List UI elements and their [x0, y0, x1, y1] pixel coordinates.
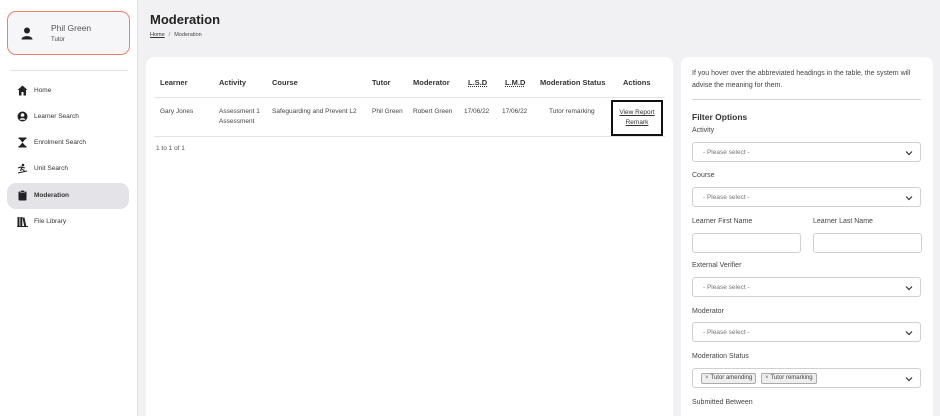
breadcrumb-home-link[interactable]: Home [150, 32, 165, 38]
breadcrumb: Home / Moderation [150, 32, 202, 38]
status-chip-label: Tutor remarking [770, 375, 813, 381]
sidebar-item-home[interactable]: Home [7, 78, 129, 104]
learner-last-name-input[interactable] [813, 233, 922, 253]
cell-lmd: 17/06/22 [502, 108, 528, 115]
moderation-status-multiselect[interactable]: × Tutor amending × Tutor remarking [692, 368, 921, 388]
sidebar-item-moderation[interactable]: Moderation [7, 183, 129, 209]
chevron-down-icon [905, 286, 913, 291]
chevron-down-icon [905, 196, 913, 201]
submitted-between-label: Submitted Between [692, 399, 753, 406]
sidebar-item-label: File Library [34, 218, 67, 225]
column-header-tutor: Tutor [372, 78, 391, 87]
sidebar-item-label: Unit Search [34, 165, 68, 172]
chevron-down-icon [905, 151, 913, 156]
table-row-divider [154, 136, 665, 137]
cell-course: Safeguarding and Prevent L2 [272, 108, 357, 115]
moderator-select[interactable]: - Please select - [692, 322, 921, 342]
cell-tutor: Phil Green [372, 108, 403, 115]
filter-title: Filter Options [692, 112, 748, 122]
column-header-moderator: Moderator [413, 78, 450, 87]
sidebar-item-label: Enrolment Search [34, 139, 87, 146]
learner-first-name-input[interactable] [692, 233, 801, 253]
remove-chip-icon[interactable]: × [705, 375, 709, 381]
moderator-select-value: - Please select - [703, 329, 750, 336]
cell-moderator: Robert Green [413, 108, 453, 115]
course-select-value: - Please select - [703, 194, 750, 201]
column-header-lsd[interactable]: L.S.D [468, 78, 487, 87]
learner-last-name-label: Learner Last Name [813, 218, 873, 225]
sidebar-item-file-library[interactable]: File Library [7, 209, 129, 235]
sidebar: Phil Green Tutor Home Learner Search Enr… [0, 0, 138, 416]
external-verifier-label: External Verifier [692, 262, 742, 269]
column-header-course: Course [272, 78, 298, 87]
sidebar-item-enrolment-search[interactable]: Enrolment Search [7, 130, 129, 156]
sidebar-item-learner-search[interactable]: Learner Search [7, 104, 129, 130]
user-card[interactable]: Phil Green Tutor [7, 11, 130, 55]
breadcrumb-current: Moderation [174, 32, 202, 38]
cell-activity-line1: Assessment 1 [219, 108, 260, 115]
chevron-down-icon [905, 331, 913, 336]
activity-select[interactable]: - Please select - [692, 142, 921, 162]
filter-divider [692, 99, 921, 100]
sidebar-item-unit-search[interactable]: Unit Search [7, 156, 129, 182]
person-icon [17, 111, 28, 122]
clipboard-icon [18, 190, 27, 201]
column-header-lmd[interactable]: L.M.D [505, 78, 525, 87]
cell-activity-line2: Assessment [219, 118, 255, 125]
course-label: Course [692, 172, 715, 179]
sidebar-divider [10, 70, 128, 71]
course-select[interactable]: - Please select - [692, 187, 921, 207]
user-role: Tutor [51, 37, 65, 43]
activity-label: Activity [692, 127, 715, 134]
user-icon [21, 27, 33, 40]
hourglass-icon [18, 137, 27, 148]
column-header-moderation-status: Moderation Status [540, 78, 606, 87]
column-header-learner: Learner [160, 78, 188, 87]
external-verifier-select-value: - Please select - [703, 284, 750, 291]
library-icon [17, 217, 28, 227]
remark-link[interactable]: Remark [626, 118, 649, 128]
activity-select-value: - Please select - [703, 149, 750, 156]
table-header-divider [154, 97, 665, 98]
cell-moderation-status: Tutor remarking [549, 108, 595, 115]
external-verifier-select[interactable]: - Please select - [692, 277, 921, 297]
cell-actions: View Report Remark [611, 100, 663, 136]
home-icon [17, 85, 28, 96]
learner-first-name-label: Learner First Name [692, 218, 753, 225]
column-header-actions: Actions [623, 78, 651, 87]
pagination-summary: 1 to 1 of 1 [156, 145, 185, 152]
filter-hint: If you hover over the abbreviated headin… [692, 70, 911, 89]
page-title: Moderation [150, 12, 221, 27]
cell-activity: Assessment 1 Assessment [219, 107, 260, 127]
chevron-down-icon [905, 377, 913, 382]
status-chip-tutor-remarking[interactable]: × Tutor remarking [761, 373, 817, 384]
sidebar-item-label: Learner Search [34, 113, 79, 120]
breadcrumb-separator: / [168, 32, 171, 38]
status-chip-label: Tutor amending [710, 375, 753, 381]
sidebar-item-label: Moderation [34, 192, 70, 199]
status-chip-tutor-amending[interactable]: × Tutor amending [701, 373, 757, 384]
cell-lsd: 17/06/22 [464, 108, 490, 115]
sidebar-item-label: Home [34, 87, 52, 94]
moderator-label: Moderator [692, 308, 724, 315]
unit-icon [17, 163, 28, 174]
moderation-status-label: Moderation Status [692, 353, 749, 360]
results-panel: Learner Activity Course Tutor Moderator … [146, 57, 673, 416]
view-report-link[interactable]: View Report [619, 108, 654, 118]
user-name: Phil Green [51, 23, 92, 33]
filter-panel: If you hover over the abbreviated headin… [681, 57, 933, 416]
cell-learner: Gary Jones [160, 108, 194, 115]
remove-chip-icon[interactable]: × [765, 375, 769, 381]
column-header-activity: Activity [219, 78, 247, 87]
